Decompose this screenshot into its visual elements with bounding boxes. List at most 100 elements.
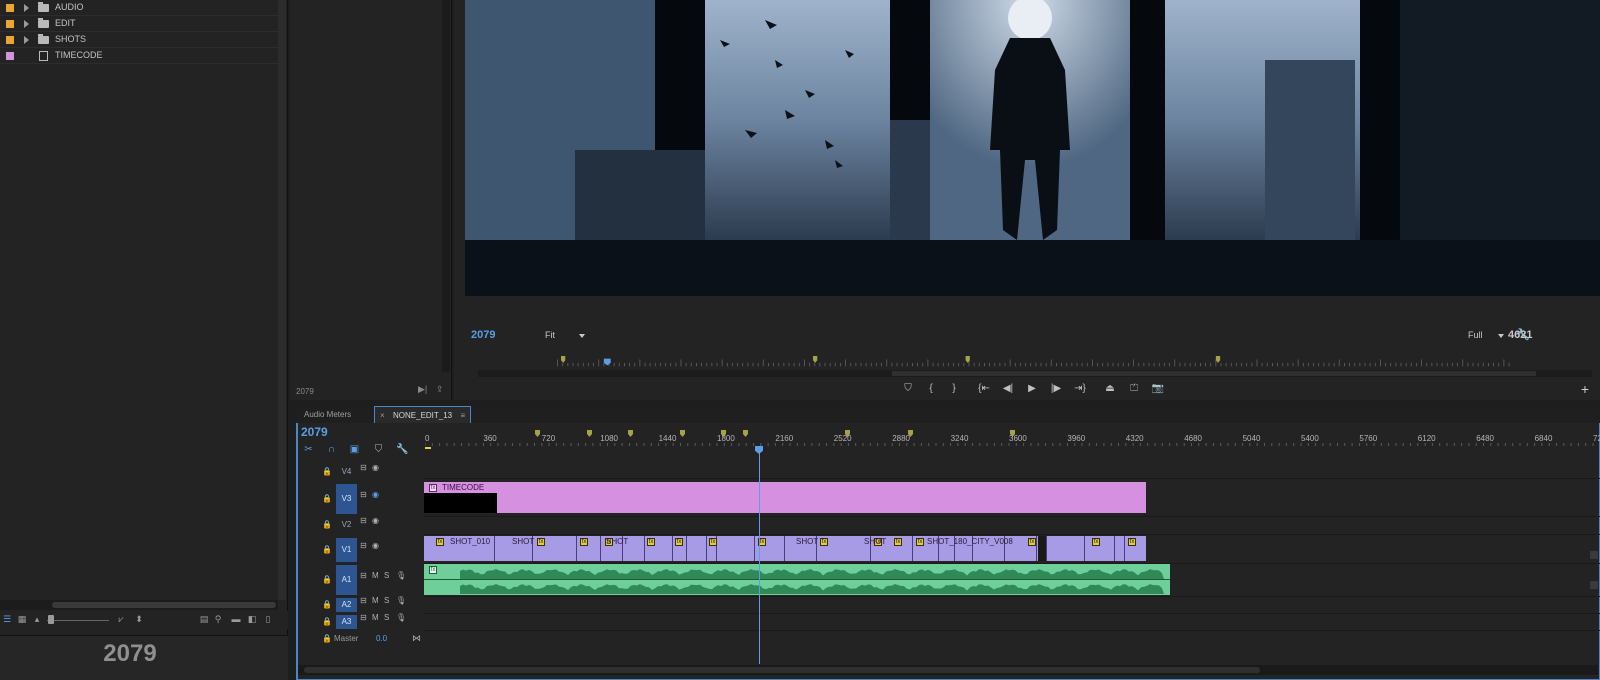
extract-icon[interactable]: ⏍ [1126, 382, 1142, 396]
expand-triangle-icon[interactable] [24, 36, 29, 44]
clip-edit-point[interactable] [754, 536, 755, 561]
playhead-line[interactable] [759, 452, 760, 664]
play-icon[interactable]: ▶ [1024, 382, 1040, 396]
timecode-clip[interactable]: fx TIMECODE [424, 482, 1146, 513]
solo-button[interactable]: S [384, 613, 389, 622]
insert-icon[interactable]: ▶| [418, 384, 427, 395]
lift-icon[interactable]: ⏏ [1102, 382, 1118, 396]
microphone-icon[interactable]: 🎙 [396, 571, 406, 580]
lock-icon[interactable]: 🔒 [322, 494, 332, 503]
add-marker-icon[interactable]: ⛉ [373, 444, 384, 455]
v1-shots-clip-group[interactable]: fx fx fx fx fx fx fx fx fx fx fx fx fx fx fx SHOT_010 SH… [424, 536, 1146, 561]
search-icon[interactable]: ⚲ [213, 615, 223, 624]
fit-dropdown[interactable]: Fit [545, 330, 587, 342]
solo-button[interactable]: S [384, 571, 389, 580]
timeline-vertical-scrollbar[interactable] [1590, 455, 1598, 655]
program-timecode[interactable]: 2079 [471, 329, 495, 341]
timeline-horizontal-scrollbar[interactable] [298, 665, 1598, 675]
sort-icon[interactable]: ⩗ [116, 615, 126, 624]
eye-icon[interactable]: ◉ [372, 516, 379, 525]
track-target-label[interactable]: V3 [336, 484, 357, 514]
lock-icon[interactable]: 🔒 [322, 634, 332, 643]
freeform-view-icon[interactable]: ▴ [32, 615, 42, 624]
zoom-slider-track[interactable] [47, 620, 109, 621]
add-marker-icon[interactable]: ⛉ [900, 382, 916, 396]
track-target-label[interactable]: A2 [336, 598, 357, 612]
mute-button[interactable]: M [372, 596, 379, 605]
timeline-settings-wrench-icon[interactable]: 🔧 [396, 444, 408, 455]
clip-edit-point[interactable] [600, 536, 601, 561]
track-target-label[interactable]: A1 [336, 565, 357, 595]
eye-icon[interactable]: ◉ [372, 463, 379, 472]
sync-lock-icon[interactable]: ⊟ [360, 571, 367, 580]
lock-icon[interactable]: 🔒 [322, 520, 332, 529]
project-horizontal-scrollbar[interactable] [0, 600, 278, 610]
lock-icon[interactable]: 🔒 [322, 617, 332, 626]
track-target-label[interactable]: A3 [336, 615, 357, 629]
eye-icon[interactable]: ◉ [372, 490, 379, 499]
label-color-swatch[interactable] [6, 36, 14, 44]
label-color-swatch[interactable] [6, 4, 14, 12]
label-color-swatch[interactable] [6, 20, 14, 28]
step-forward-icon[interactable]: |▶ [1048, 382, 1064, 396]
expand-triangle-icon[interactable] [24, 4, 29, 12]
icon-view-icon[interactable]: ▦ [17, 615, 27, 624]
clip-edit-point[interactable] [1084, 536, 1085, 561]
mark-out-icon[interactable]: } [946, 382, 962, 396]
source-scrollbar[interactable] [442, 0, 450, 372]
program-zoom-scrollbar[interactable] [478, 370, 1592, 377]
lock-icon[interactable]: 🔒 [322, 467, 332, 476]
go-to-in-icon[interactable]: {⇤ [976, 382, 992, 396]
track-target-label[interactable]: V4 [336, 466, 357, 478]
sync-lock-icon[interactable]: ⊟ [360, 541, 367, 550]
export-icon[interactable]: ⇪ [436, 384, 444, 395]
clip-edit-point[interactable] [706, 536, 707, 561]
clip-edit-point[interactable] [784, 536, 785, 561]
mute-button[interactable]: M [372, 571, 379, 580]
step-back-icon[interactable]: ◀| [1000, 382, 1016, 396]
eye-icon[interactable]: ◉ [372, 541, 379, 550]
nest-toggle-icon[interactable]: ✂ [303, 444, 314, 455]
list-view-icon[interactable]: ☰ [2, 615, 12, 624]
master-end-icon[interactable]: ⋈ [412, 633, 421, 644]
track-header-v3[interactable]: 🔒 V3 ⊟ ◉ [302, 484, 424, 514]
mark-in-icon[interactable]: { [923, 382, 939, 396]
sync-lock-icon[interactable]: ⊟ [360, 516, 367, 525]
linked-selection-icon[interactable]: ▣ [349, 444, 360, 455]
snap-magnet-icon[interactable]: ∩ [326, 444, 337, 455]
expand-triangle-icon[interactable] [24, 20, 29, 28]
track-header-v4[interactable]: 🔒 V4 ⊟ ◉ [302, 463, 424, 478]
sequence-timecode[interactable]: TIMECODE [0, 48, 278, 64]
clip-edit-point[interactable] [494, 536, 495, 561]
trash-icon[interactable]: ▯ [263, 615, 273, 624]
track-header-a1[interactable]: 🔒 A1 ⊟ M S 🎙 [302, 565, 424, 595]
master-volume-value[interactable]: 0.0 [376, 634, 387, 643]
track-header-v2[interactable]: 🔒 V2 ⊟ ◉ [302, 516, 424, 532]
lock-icon[interactable]: 🔒 [322, 545, 332, 554]
clip-edit-point[interactable] [576, 536, 577, 561]
mute-button[interactable]: M [372, 613, 379, 622]
bin-edit[interactable]: EDIT [0, 16, 278, 32]
playback-resolution-dropdown[interactable]: Full [1468, 330, 1508, 342]
timeline-timecode[interactable]: 2079 [301, 425, 328, 439]
track-header-a2[interactable]: 🔒 A2 ⊟ M S 🎙 [302, 596, 424, 612]
clip-edit-point[interactable] [686, 536, 687, 561]
tab-audio-meters[interactable]: Audio Meters [298, 406, 357, 423]
track-target-label[interactable]: V1 [336, 538, 357, 562]
tab-menu-icon[interactable]: ≡ [460, 407, 465, 424]
sync-lock-icon[interactable]: ⊟ [360, 463, 367, 472]
clip-edit-point[interactable] [1046, 536, 1047, 561]
sync-lock-icon[interactable]: ⊟ [360, 613, 367, 622]
lock-icon[interactable]: 🔒 [322, 575, 332, 584]
clip-edit-point[interactable] [672, 536, 673, 561]
tab-close-icon[interactable]: × [380, 407, 385, 424]
track-target-label[interactable]: V2 [336, 518, 357, 532]
track-header-a3[interactable]: 🔒 A3 ⊟ M S 🎙 [302, 613, 424, 629]
clip-edit-point[interactable] [1036, 536, 1037, 561]
tab-none-edit-13[interactable]: × NONE_EDIT_13 ≡ [374, 406, 472, 424]
clip-edit-point[interactable] [912, 536, 913, 561]
sync-lock-icon[interactable]: ⊟ [360, 490, 367, 499]
microphone-icon[interactable]: 🎙 [396, 613, 406, 622]
bin-audio[interactable]: AUDIO [0, 0, 278, 16]
export-frame-camera-icon[interactable]: 📷 [1150, 382, 1166, 396]
